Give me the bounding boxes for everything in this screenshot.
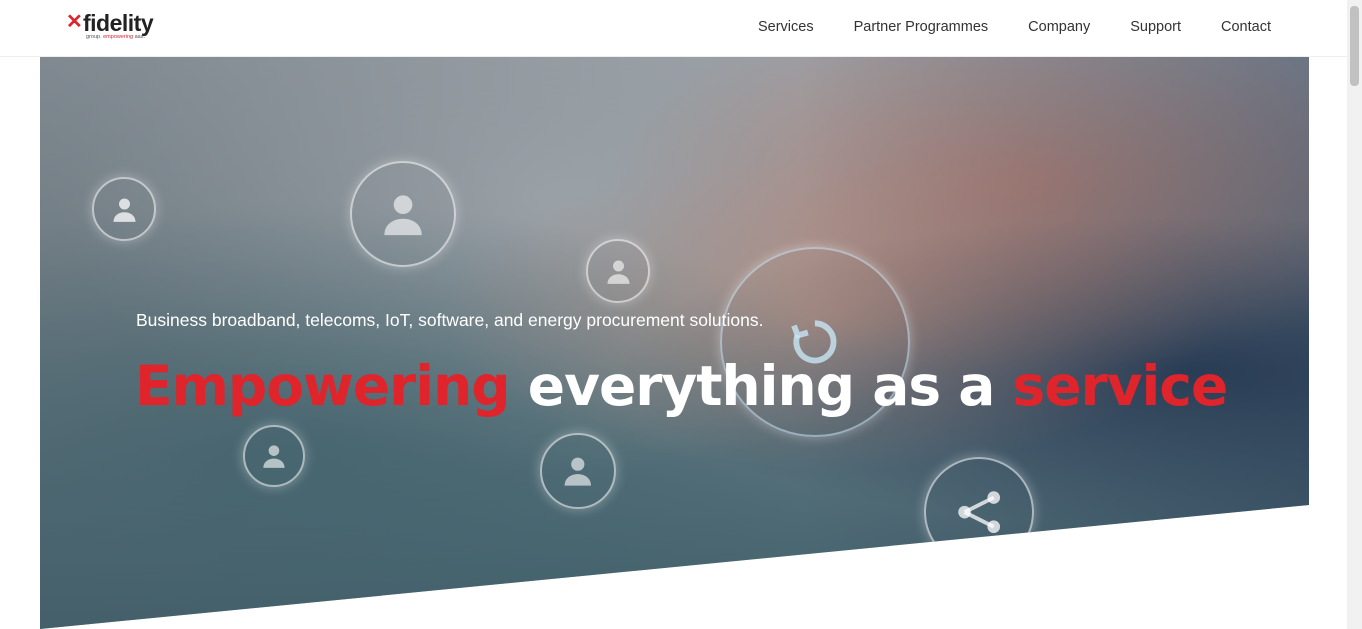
hero-title-empowering: Empowering: [135, 354, 511, 418]
user-icon: [350, 161, 456, 267]
hero-overlay: [40, 57, 1309, 629]
tagline-accent: empowering: [103, 34, 134, 40]
nav-contact[interactable]: Contact: [1221, 19, 1271, 35]
tagline-prefix: group.: [86, 34, 104, 40]
hero-banner: Business broadband, telecoms, IoT, softw…: [40, 57, 1309, 629]
main-nav: Services Partner Programmes Company Supp…: [758, 0, 1271, 54]
nav-support[interactable]: Support: [1130, 19, 1181, 35]
nav-partner-programmes[interactable]: Partner Programmes: [854, 19, 989, 35]
hero-subtitle: Business broadband, telecoms, IoT, softw…: [136, 310, 764, 330]
hero-title-service: service: [1012, 354, 1228, 418]
hero-title-middle: everything as a: [509, 354, 1013, 418]
hero-title: Empowering everything as a service: [135, 351, 1228, 421]
nav-company[interactable]: Company: [1028, 19, 1090, 35]
nav-services[interactable]: Services: [758, 19, 814, 35]
user-icon: [586, 239, 650, 303]
user-icon: [92, 177, 156, 241]
logo-wordmark: fidelity: [83, 10, 154, 36]
page-scrollbar[interactable]: [1347, 0, 1362, 629]
site-header: ✕ fidelity group. empowering aas. Servic…: [0, 0, 1347, 57]
tagline-suffix: aas.: [133, 34, 146, 40]
logo-mark: ✕: [66, 11, 83, 33]
user-icon: [540, 433, 616, 509]
user-icon: [243, 425, 305, 487]
fidelity-logo[interactable]: ✕ fidelity group. empowering aas.: [66, 10, 176, 44]
scrollbar-thumb[interactable]: [1350, 6, 1359, 86]
share-icon: [924, 457, 1034, 567]
logo-tagline: group. empowering aas.: [86, 34, 145, 40]
